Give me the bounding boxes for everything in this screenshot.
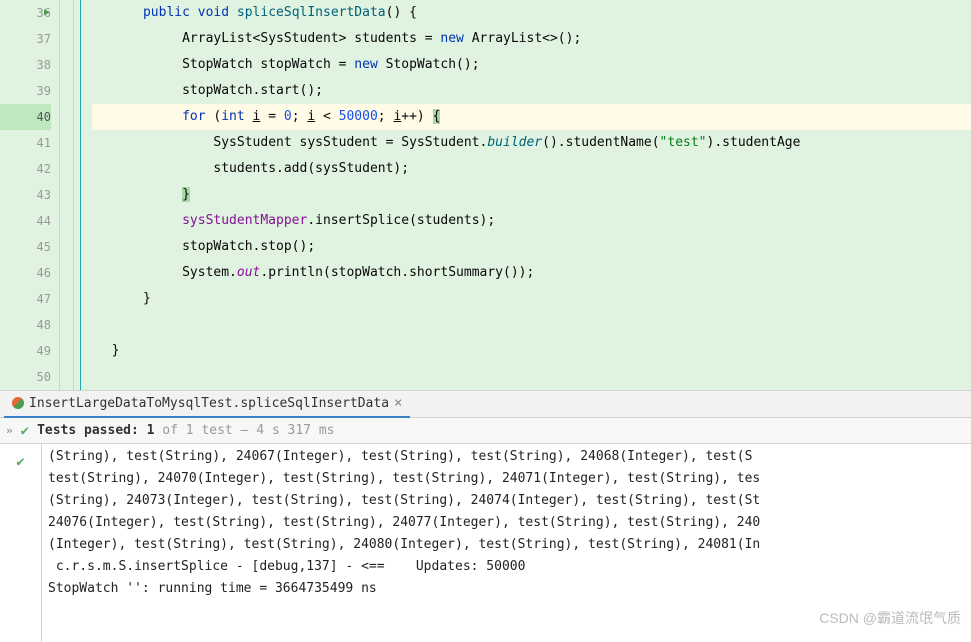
code-content[interactable]: public void spliceSqlInsertData() { Arra… xyxy=(92,0,971,390)
code-line-current[interactable]: for (int i = 0; i < 50000; i++) { xyxy=(92,104,971,130)
code-line[interactable]: stopWatch.stop(); xyxy=(92,234,971,260)
watermark: CSDN @霸道流氓气质 xyxy=(819,608,961,628)
code-line[interactable]: students.add(sysStudent); xyxy=(92,156,971,182)
test-status-bar: » ✔ Tests passed: 1 of 1 test – 4 s 317 … xyxy=(0,418,971,444)
line-number: 38 xyxy=(0,52,51,78)
line-number: 39 xyxy=(0,78,51,104)
code-line[interactable]: StopWatch stopWatch = new StopWatch(); xyxy=(92,52,971,78)
code-line[interactable]: } xyxy=(92,338,971,364)
line-number: 44 xyxy=(0,208,51,234)
chevron-right-icon[interactable]: » xyxy=(6,424,13,437)
run-icon[interactable]: ▶ xyxy=(44,0,50,26)
close-icon[interactable]: × xyxy=(394,395,402,411)
indent-guide xyxy=(74,0,92,390)
code-line[interactable] xyxy=(92,312,971,338)
line-number: 50 xyxy=(0,364,51,390)
console-line: StopWatch '': running time = 3664735499 … xyxy=(48,578,965,600)
console-gutter: ✔ xyxy=(0,444,42,642)
console-line: (Integer), test(String), test(String), 2… xyxy=(48,534,965,556)
line-number: 41 xyxy=(0,130,51,156)
console-line: (String), test(String), 24067(Integer), … xyxy=(48,446,965,468)
test-icon xyxy=(12,397,24,409)
code-line[interactable]: public void spliceSqlInsertData() { xyxy=(92,0,971,26)
line-number-gutter: 36▶ 37 38 39 40 41 42 43 44 45 46 47 48 … xyxy=(0,0,60,390)
check-icon: ✔ xyxy=(16,454,24,470)
line-number: 36▶ xyxy=(0,0,51,26)
check-icon: ✔ xyxy=(21,423,29,439)
tab-label: InsertLargeDataToMysqlTest.spliceSqlInse… xyxy=(29,396,389,411)
line-number: 43 xyxy=(0,182,51,208)
line-number: 37 xyxy=(0,26,51,52)
code-line[interactable]: } xyxy=(92,182,971,208)
code-line[interactable]: } xyxy=(92,286,971,312)
line-number: 42 xyxy=(0,156,51,182)
console-line: 24076(Integer), test(String), test(Strin… xyxy=(48,512,965,534)
line-number: 48 xyxy=(0,312,51,338)
code-line[interactable]: ArrayList<SysStudent> students = new Arr… xyxy=(92,26,971,52)
code-line[interactable]: System.out.println(stopWatch.shortSummar… xyxy=(92,260,971,286)
code-line[interactable]: SysStudent sysStudent = SysStudent.build… xyxy=(92,130,971,156)
code-line[interactable] xyxy=(92,364,971,390)
run-tabs: InsertLargeDataToMysqlTest.spliceSqlInse… xyxy=(0,390,971,418)
code-line[interactable]: stopWatch.start(); xyxy=(92,78,971,104)
fold-gutter[interactable] xyxy=(60,0,74,390)
console-line: c.r.s.m.S.insertSplice - [debug,137] - <… xyxy=(48,556,965,578)
line-number-current: 40 xyxy=(0,104,51,130)
tab-run-config[interactable]: InsertLargeDataToMysqlTest.spliceSqlInse… xyxy=(4,390,410,418)
line-number: 49 xyxy=(0,338,51,364)
console-line: (String), 24073(Integer), test(String), … xyxy=(48,490,965,512)
line-number: 47 xyxy=(0,286,51,312)
tests-passed-text: Tests passed: 1 of 1 test – 4 s 317 ms xyxy=(37,423,334,438)
code-line[interactable]: sysStudentMapper.insertSplice(students); xyxy=(92,208,971,234)
line-number: 45 xyxy=(0,234,51,260)
console-line: test(String), 24070(Integer), test(Strin… xyxy=(48,468,965,490)
code-editor[interactable]: 36▶ 37 38 39 40 41 42 43 44 45 46 47 48 … xyxy=(0,0,971,390)
line-number: 46 xyxy=(0,260,51,286)
